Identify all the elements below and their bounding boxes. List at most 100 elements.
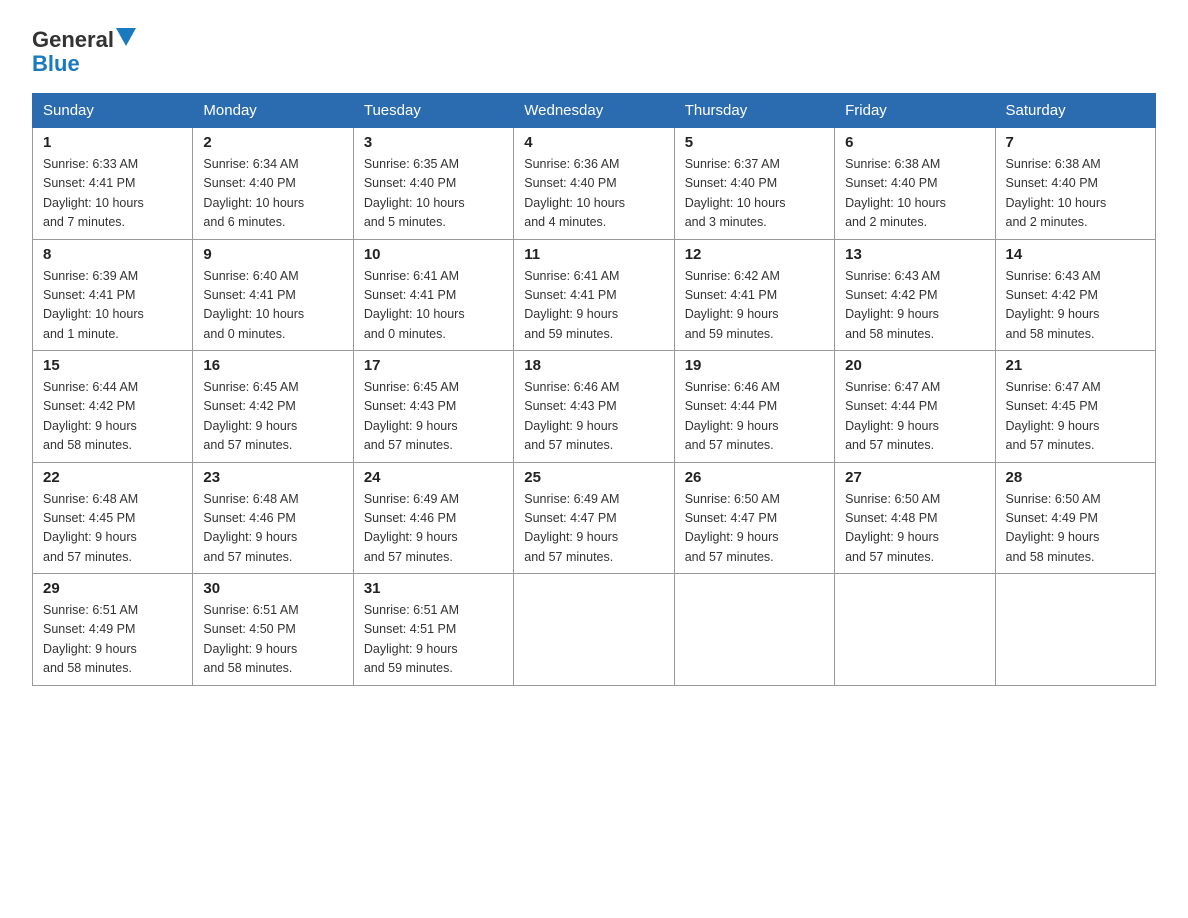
day-number: 3 (364, 134, 503, 151)
day-info: Sunrise: 6:41 AMSunset: 4:41 PMDaylight:… (524, 267, 663, 345)
calendar-cell: 5 Sunrise: 6:37 AMSunset: 4:40 PMDaylight… (674, 128, 834, 240)
calendar-cell: 19 Sunrise: 6:46 AMSunset: 4:44 PMDayligh… (674, 351, 834, 463)
day-number: 23 (203, 469, 342, 486)
calendar-week-row: 1 Sunrise: 6:33 AMSunset: 4:41 PMDaylight… (33, 128, 1156, 240)
day-number: 5 (685, 134, 824, 151)
day-info: Sunrise: 6:47 AMSunset: 4:45 PMDaylight:… (1006, 378, 1145, 456)
day-info: Sunrise: 6:50 AMSunset: 4:47 PMDaylight:… (685, 490, 824, 568)
day-number: 12 (685, 246, 824, 263)
day-number: 15 (43, 357, 182, 374)
calendar-week-row: 22 Sunrise: 6:48 AMSunset: 4:45 PMDayligh… (33, 462, 1156, 574)
calendar-cell: 17 Sunrise: 6:45 AMSunset: 4:43 PMDayligh… (353, 351, 513, 463)
day-number: 22 (43, 469, 182, 486)
day-info: Sunrise: 6:50 AMSunset: 4:48 PMDaylight:… (845, 490, 984, 568)
calendar-cell: 25 Sunrise: 6:49 AMSunset: 4:47 PMDayligh… (514, 462, 674, 574)
calendar-cell: 23 Sunrise: 6:48 AMSunset: 4:46 PMDayligh… (193, 462, 353, 574)
day-number: 10 (364, 246, 503, 263)
header-wednesday: Wednesday (514, 94, 674, 128)
calendar-week-row: 15 Sunrise: 6:44 AMSunset: 4:42 PMDayligh… (33, 351, 1156, 463)
day-number: 17 (364, 357, 503, 374)
day-info: Sunrise: 6:46 AMSunset: 4:44 PMDaylight:… (685, 378, 824, 456)
logo-text-general: General (32, 29, 114, 51)
calendar-cell: 16Sunrise: 6:45 AMSunset: 4:42 PMDayligh… (193, 351, 353, 463)
day-info: Sunrise: 6:38 AMSunset: 4:40 PMDaylight:… (845, 155, 984, 233)
day-number: 2 (203, 134, 342, 151)
day-number: 19 (685, 357, 824, 374)
day-info: Sunrise: 6:36 AMSunset: 4:40 PMDaylight:… (524, 155, 663, 233)
logo: General Blue (32, 28, 136, 77)
day-number: 14 (1006, 246, 1145, 263)
day-info: Sunrise: 6:41 AMSunset: 4:41 PMDaylight:… (364, 267, 503, 345)
day-info: Sunrise: 6:51 AMSunset: 4:50 PMDaylight:… (203, 601, 342, 679)
day-number: 16 (203, 357, 342, 374)
calendar-cell: 1 Sunrise: 6:33 AMSunset: 4:41 PMDaylight… (33, 128, 193, 240)
header-monday: Monday (193, 94, 353, 128)
header-tuesday: Tuesday (353, 94, 513, 128)
calendar-cell (514, 574, 674, 686)
calendar-header-row: SundayMondayTuesdayWednesdayThursdayFrid… (33, 94, 1156, 128)
day-info: Sunrise: 6:49 AMSunset: 4:46 PMDaylight:… (364, 490, 503, 568)
day-number: 21 (1006, 357, 1145, 374)
header-friday: Friday (835, 94, 995, 128)
day-info: Sunrise: 6:35 AMSunset: 4:40 PMDaylight:… (364, 155, 503, 233)
calendar-cell: 21 Sunrise: 6:47 AMSunset: 4:45 PMDayligh… (995, 351, 1155, 463)
day-info: Sunrise: 6:45 AMSunset: 4:43 PMDaylight:… (364, 378, 503, 456)
calendar-cell: 22 Sunrise: 6:48 AMSunset: 4:45 PMDayligh… (33, 462, 193, 574)
calendar-table: SundayMondayTuesdayWednesdayThursdayFrid… (32, 93, 1156, 686)
calendar-cell: 14 Sunrise: 6:43 AMSunset: 4:42 PMDayligh… (995, 239, 1155, 351)
calendar-cell (835, 574, 995, 686)
day-info: Sunrise: 6:38 AMSunset: 4:40 PMDaylight:… (1006, 155, 1145, 233)
calendar-cell: 15 Sunrise: 6:44 AMSunset: 4:42 PMDayligh… (33, 351, 193, 463)
calendar-cell: 24 Sunrise: 6:49 AMSunset: 4:46 PMDayligh… (353, 462, 513, 574)
day-number: 26 (685, 469, 824, 486)
day-info: Sunrise: 6:47 AMSunset: 4:44 PMDaylight:… (845, 378, 984, 456)
day-info: Sunrise: 6:51 AMSunset: 4:49 PMDaylight:… (43, 601, 182, 679)
calendar-cell: 31Sunrise: 6:51 AMSunset: 4:51 PMDayligh… (353, 574, 513, 686)
calendar-cell (674, 574, 834, 686)
day-info: Sunrise: 6:49 AMSunset: 4:47 PMDaylight:… (524, 490, 663, 568)
day-number: 24 (364, 469, 503, 486)
day-number: 1 (43, 134, 182, 151)
day-number: 25 (524, 469, 663, 486)
day-info: Sunrise: 6:48 AMSunset: 4:45 PMDaylight:… (43, 490, 182, 568)
day-number: 13 (845, 246, 984, 263)
calendar-cell: 7 Sunrise: 6:38 AMSunset: 4:40 PMDaylight… (995, 128, 1155, 240)
day-info: Sunrise: 6:50 AMSunset: 4:49 PMDaylight:… (1006, 490, 1145, 568)
day-number: 29 (43, 580, 182, 597)
header-saturday: Saturday (995, 94, 1155, 128)
calendar-cell (995, 574, 1155, 686)
header-thursday: Thursday (674, 94, 834, 128)
calendar-cell: 12Sunrise: 6:42 AMSunset: 4:41 PMDayligh… (674, 239, 834, 351)
day-info: Sunrise: 6:33 AMSunset: 4:41 PMDaylight:… (43, 155, 182, 233)
calendar-cell: 18 Sunrise: 6:46 AMSunset: 4:43 PMDayligh… (514, 351, 674, 463)
calendar-cell: 10 Sunrise: 6:41 AMSunset: 4:41 PMDayligh… (353, 239, 513, 351)
day-info: Sunrise: 6:51 AMSunset: 4:51 PMDaylight:… (364, 601, 503, 679)
day-number: 28 (1006, 469, 1145, 486)
day-number: 11 (524, 246, 663, 263)
calendar-cell: 9Sunrise: 6:40 AMSunset: 4:41 PMDaylight… (193, 239, 353, 351)
day-number: 6 (845, 134, 984, 151)
day-number: 20 (845, 357, 984, 374)
day-number: 9 (203, 246, 342, 263)
day-number: 30 (203, 580, 342, 597)
calendar-cell: 29 Sunrise: 6:51 AMSunset: 4:49 PMDayligh… (33, 574, 193, 686)
calendar-cell: 3 Sunrise: 6:35 AMSunset: 4:40 PMDaylight… (353, 128, 513, 240)
calendar-cell: 30 Sunrise: 6:51 AMSunset: 4:50 PMDayligh… (193, 574, 353, 686)
calendar-week-row: 8Sunrise: 6:39 AMSunset: 4:41 PMDaylight… (33, 239, 1156, 351)
day-number: 4 (524, 134, 663, 151)
day-number: 18 (524, 357, 663, 374)
day-info: Sunrise: 6:43 AMSunset: 4:42 PMDaylight:… (1006, 267, 1145, 345)
day-info: Sunrise: 6:43 AMSunset: 4:42 PMDaylight:… (845, 267, 984, 345)
day-info: Sunrise: 6:48 AMSunset: 4:46 PMDaylight:… (203, 490, 342, 568)
calendar-cell: 26 Sunrise: 6:50 AMSunset: 4:47 PMDayligh… (674, 462, 834, 574)
calendar-cell: 11 Sunrise: 6:41 AMSunset: 4:41 PMDayligh… (514, 239, 674, 351)
day-number: 8 (43, 246, 182, 263)
day-info: Sunrise: 6:37 AMSunset: 4:40 PMDaylight:… (685, 155, 824, 233)
calendar-cell: 28 Sunrise: 6:50 AMSunset: 4:49 PMDayligh… (995, 462, 1155, 574)
day-info: Sunrise: 6:44 AMSunset: 4:42 PMDaylight:… (43, 378, 182, 456)
day-info: Sunrise: 6:46 AMSunset: 4:43 PMDaylight:… (524, 378, 663, 456)
day-number: 7 (1006, 134, 1145, 151)
calendar-cell: 27Sunrise: 6:50 AMSunset: 4:48 PMDayligh… (835, 462, 995, 574)
calendar-cell: 6 Sunrise: 6:38 AMSunset: 4:40 PMDaylight… (835, 128, 995, 240)
logo-text-blue: Blue (32, 51, 80, 77)
